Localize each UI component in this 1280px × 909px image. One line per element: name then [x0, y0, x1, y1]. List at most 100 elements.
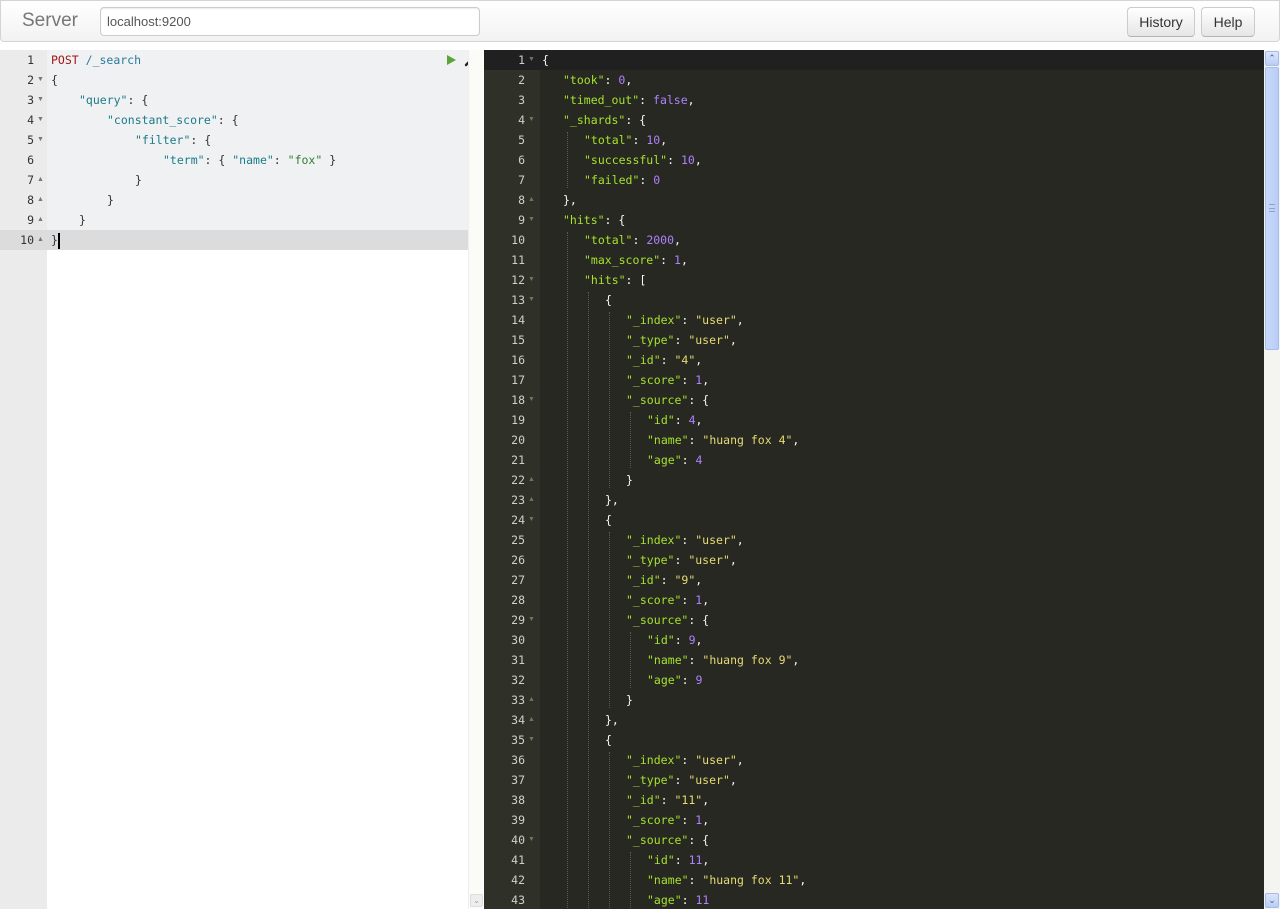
request-editor[interactable]: 1 POST /_search 2 ▼{3 ▼ "query": {4 ▼ "constant…	[0, 50, 477, 909]
code-line: "id": 11,	[542, 850, 709, 870]
scroll-down-icon[interactable]: ⌄	[1265, 893, 1279, 908]
fold-expand-icon[interactable]: ▲	[528, 470, 535, 490]
code-line: }	[51, 230, 60, 250]
code-token: ,	[694, 153, 702, 167]
fold-collapse-icon[interactable]: ▼	[528, 730, 535, 750]
code-token: ,	[729, 333, 737, 347]
fold-collapse-icon[interactable]: ▼	[528, 210, 535, 230]
fold-collapse-icon[interactable]: ▼	[528, 510, 535, 530]
fold-expand-icon[interactable]: ▲	[528, 710, 535, 730]
code-token: {	[605, 513, 612, 527]
code-line: "successful": 10,	[542, 150, 702, 170]
scroll-down-icon[interactable]: ⌄	[470, 894, 483, 907]
code-token: ,	[729, 773, 737, 787]
request-scrollbar[interactable]: ⌄	[468, 50, 483, 909]
code-token: :	[660, 353, 675, 367]
fold-expand-icon[interactable]: ▲	[37, 190, 44, 210]
scroll-up-icon[interactable]: ⌃	[1265, 51, 1279, 66]
fold-collapse-icon[interactable]: ▼	[528, 830, 535, 850]
code-token: }	[107, 193, 114, 207]
line-number: 42	[511, 873, 525, 887]
code-token: "age"	[647, 453, 682, 467]
code-token: ,	[680, 253, 688, 267]
code-token: "hits"	[584, 273, 626, 287]
fold-collapse-icon[interactable]: ▼	[528, 290, 535, 310]
code-token: "max_score"	[584, 253, 661, 267]
line-number: 5	[27, 133, 34, 147]
code-line: }	[51, 190, 114, 210]
code-token: :	[639, 173, 654, 187]
code-token: ,	[695, 573, 703, 587]
code-token: "_shards"	[563, 113, 626, 127]
code-line: },	[542, 490, 619, 510]
code-token: ,	[702, 373, 710, 387]
line-number: 3	[518, 93, 525, 107]
code-token: POST	[51, 53, 79, 67]
code-token: "name"	[232, 153, 274, 167]
fold-collapse-icon[interactable]: ▼	[528, 110, 535, 130]
code-line: "_type": "user",	[542, 550, 737, 570]
play-icon[interactable]	[447, 55, 456, 65]
fold-collapse-icon[interactable]: ▼	[528, 390, 535, 410]
line-number: 29	[511, 613, 525, 627]
help-button[interactable]: Help	[1201, 7, 1255, 37]
code-line: "_score": 1,	[542, 370, 709, 390]
code-line: }	[51, 210, 86, 230]
line-number: 7	[518, 173, 525, 187]
code-token: "user"	[695, 313, 737, 327]
fold-collapse-icon[interactable]: ▼	[37, 90, 44, 110]
line-number: 7	[27, 173, 34, 187]
line-number: 21	[511, 453, 525, 467]
code-token: "timed_out"	[563, 93, 640, 107]
fold-expand-icon[interactable]: ▲	[37, 170, 44, 190]
code-token: :	[674, 413, 689, 427]
fold-collapse-icon[interactable]: ▼	[37, 70, 44, 90]
line-number: 5	[518, 133, 525, 147]
fold-collapse-icon[interactable]: ▼	[528, 50, 535, 70]
fold-expand-icon[interactable]: ▲	[37, 210, 44, 230]
active-line-highlight	[484, 50, 1264, 70]
code-token: 4	[688, 413, 696, 427]
fold-collapse-icon[interactable]: ▼	[528, 270, 535, 290]
fold-collapse-icon[interactable]: ▼	[37, 130, 44, 150]
fold-collapse-icon[interactable]: ▼	[528, 610, 535, 630]
line-number: 1	[27, 53, 34, 67]
line-number: 20	[511, 433, 525, 447]
code-token: : {	[625, 113, 647, 127]
response-scrollbar[interactable]: ⌃ ⌄	[1264, 50, 1280, 909]
code-token: /_search	[85, 53, 142, 67]
code-token: "term"	[163, 153, 205, 167]
code-token: "user"	[695, 533, 737, 547]
line-number: 41	[511, 853, 525, 867]
fold-expand-icon[interactable]: ▲	[528, 490, 535, 510]
code-token: "user"	[688, 553, 730, 567]
fold-collapse-icon[interactable]: ▼	[37, 110, 44, 130]
line-number: 22	[511, 473, 525, 487]
server-url-input[interactable]	[100, 7, 480, 36]
line-number: 12	[511, 273, 525, 287]
code-token: "_type"	[626, 553, 675, 567]
code-token: "total"	[584, 133, 633, 147]
code-token: :	[674, 553, 689, 567]
code-line: "_shards": {	[542, 110, 646, 130]
code-line: "name": "huang fox 4",	[542, 430, 799, 450]
code-token: : [	[625, 273, 647, 287]
fold-expand-icon[interactable]: ▲	[528, 690, 535, 710]
line-number: 13	[511, 293, 525, 307]
line-number: 28	[511, 593, 525, 607]
code-token: "failed"	[584, 173, 640, 187]
fold-expand-icon[interactable]: ▲	[37, 230, 44, 250]
code-token: :	[681, 313, 696, 327]
fold-expand-icon[interactable]: ▲	[528, 190, 535, 210]
line-number: 8	[518, 193, 525, 207]
code-token: "huang fox 9"	[702, 653, 793, 667]
line-number: 4	[518, 113, 525, 127]
history-button[interactable]: History	[1127, 7, 1195, 37]
response-viewer[interactable]: 1 ▼{2 "took": 0, 3 "timed_out": false, 4 ▼ "_sh…	[484, 50, 1264, 909]
code-token: 11	[695, 893, 710, 907]
scroll-thumb[interactable]	[1265, 67, 1279, 350]
code-line: "age": 4	[542, 450, 702, 470]
code-token: "_source"	[626, 393, 689, 407]
code-token: "9"	[674, 573, 696, 587]
code-token: "user"	[688, 333, 730, 347]
